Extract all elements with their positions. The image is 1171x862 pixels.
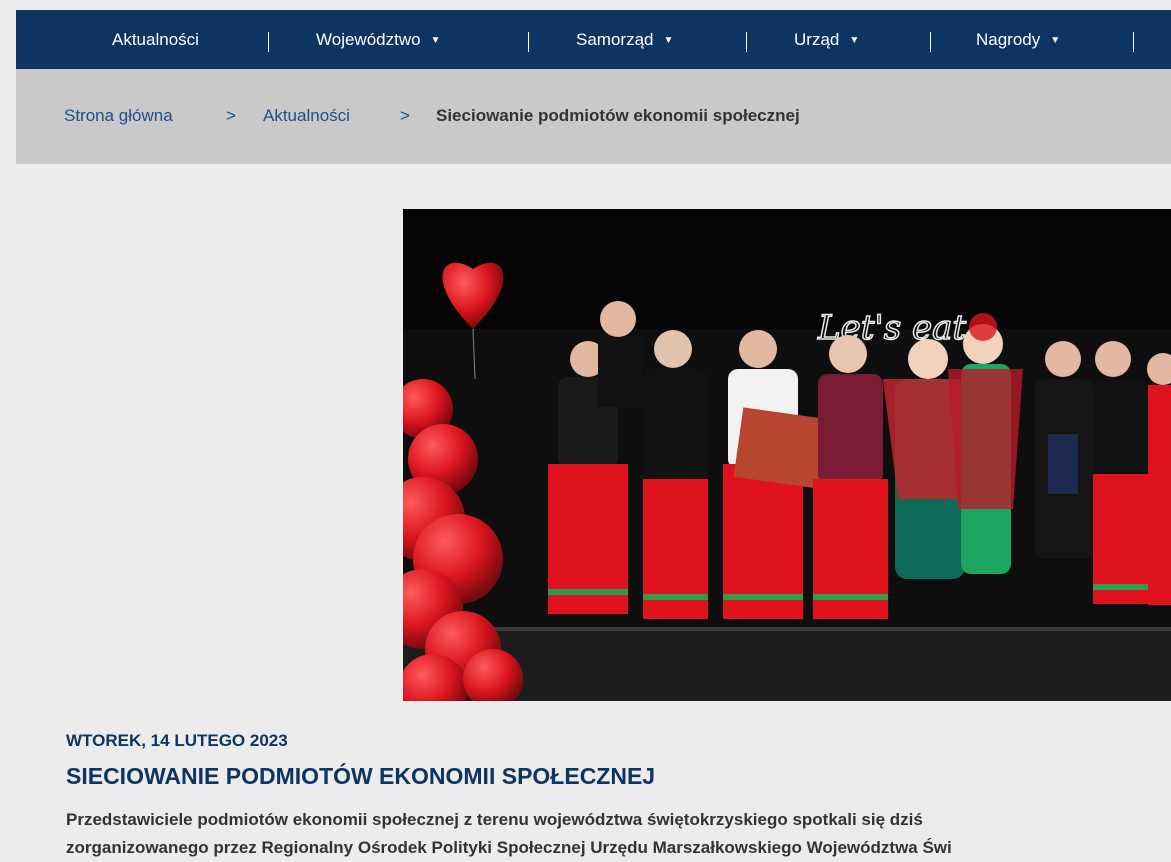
article-lead-line: Przedstawiciele podmiotów ekonomii społe…: [66, 810, 923, 829]
caret-down-icon: ▼: [430, 35, 441, 46]
article-date: WTOREK, 14 LUTEGO 2023: [66, 731, 288, 750]
nav-divider: [930, 32, 931, 52]
nav-item-label: Aktualności: [112, 30, 199, 49]
nav-divider: [268, 32, 269, 52]
nav-item-label: Samorząd: [576, 30, 654, 49]
nav-divider: [1133, 32, 1134, 52]
nav-item-samorzad[interactable]: Samorząd ▼: [576, 10, 673, 69]
nav-item-label: Nagrody: [976, 30, 1041, 49]
caret-down-icon: ▼: [663, 35, 674, 46]
main-navigation: Aktualności Województwo ▼ Samorząd ▼ Urząd…: [16, 10, 1171, 69]
nav-divider: [746, 32, 747, 52]
nav-divider: [528, 32, 529, 52]
article-title: SIECIOWANIE PODMIOTÓW EKONOMII SPOŁECZNE…: [66, 763, 656, 789]
nav-item-label: Województwo: [316, 30, 421, 49]
breadcrumb-separator: >: [400, 106, 410, 125]
breadcrumb-separator: >: [226, 106, 236, 125]
nav-item-urzad[interactable]: Urząd ▼: [794, 10, 859, 69]
group-photo-image: Let's eat: [403, 209, 1171, 701]
breadcrumb-current-page: Sieciowanie podmiotów ekonomii społeczne…: [436, 106, 800, 125]
breadcrumb-home-link[interactable]: Strona główna: [64, 106, 173, 126]
nav-item-wojewodztwo[interactable]: Województwo ▼: [316, 10, 440, 69]
caret-down-icon: ▼: [1050, 35, 1061, 46]
nav-item-aktualnosci[interactable]: Aktualności: [112, 10, 199, 69]
nav-item-nagrody[interactable]: Nagrody ▼: [976, 10, 1060, 69]
nav-item-label: Urząd: [794, 30, 840, 49]
caret-down-icon: ▼: [849, 35, 860, 46]
photo-illustration: Let's eat: [403, 209, 1171, 701]
article-lead: Przedstawiciele podmiotów ekonomii społe…: [66, 806, 1171, 862]
breadcrumb-section-link[interactable]: Aktualności: [263, 106, 350, 126]
breadcrumb: Strona główna > Aktualności > Sieciowani…: [16, 69, 1171, 164]
article-lead-line: zorganizowanego przez Regionalny Ośrodek…: [66, 838, 952, 857]
